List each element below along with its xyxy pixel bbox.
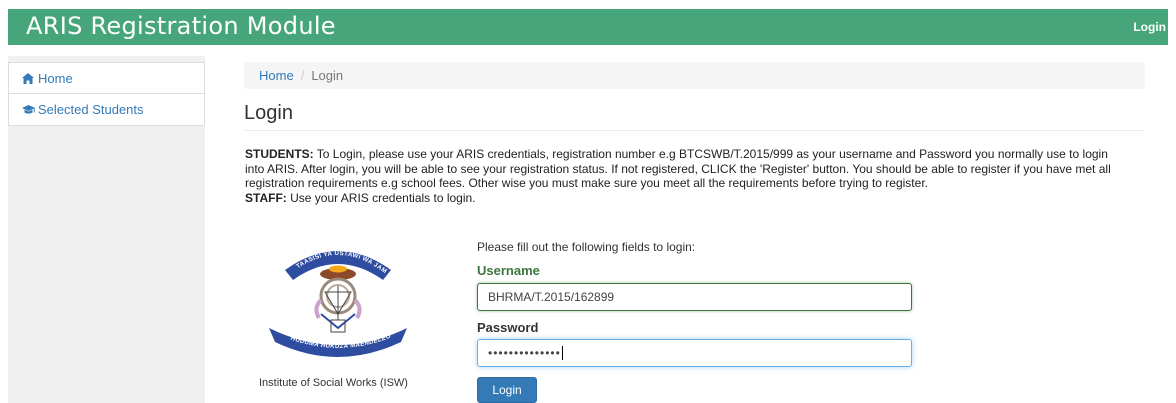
sidebar-item-label: Home <box>38 70 73 86</box>
students-instructions: To Login, please use your ARIS credentia… <box>245 147 1111 191</box>
students-label: STUDENTS: <box>245 147 314 161</box>
username-input[interactable]: BHRMA/T.2015/162899 <box>477 283 912 311</box>
login-button[interactable]: Login <box>477 377 537 403</box>
form-hint: Please fill out the following fields to … <box>477 240 696 254</box>
sidebar-item-label: Selected Students <box>38 102 144 117</box>
top-navbar: ARIS Registration Module Login <box>0 0 1176 49</box>
logo-caption: Institute of Social Works (ISW) <box>259 377 408 389</box>
institute-logo: TAASISI YA USTAWI WA JAMII HUDUMA HUKUZA… <box>262 235 413 358</box>
breadcrumb-home-link[interactable]: Home <box>259 68 294 83</box>
breadcrumb: Home / Login <box>244 62 1145 89</box>
title-divider <box>244 130 1145 131</box>
sidebar-item-selected-students[interactable]: Selected Students <box>8 94 205 126</box>
breadcrumb-separator: / <box>300 68 305 83</box>
sidebar-menu: Home Selected Students <box>8 62 205 126</box>
password-value: •••••••••••••• <box>488 346 561 360</box>
brand-bar: ARIS Registration Module Login <box>8 9 1168 45</box>
username-value: BHRMA/T.2015/162899 <box>488 290 615 304</box>
sidebar: Home Selected Students <box>8 56 205 403</box>
page-title: Login <box>244 102 293 124</box>
password-label: Password <box>477 320 539 335</box>
app-title[interactable]: ARIS Registration Module <box>26 12 336 40</box>
sidebar-item-home[interactable]: Home <box>8 62 205 94</box>
login-instructions: STUDENTS: To Login, please use your ARIS… <box>245 147 1125 205</box>
staff-label: STAFF: <box>245 190 287 205</box>
home-icon <box>22 72 38 84</box>
graduation-cap-icon <box>22 104 38 115</box>
breadcrumb-current: Login <box>311 68 344 83</box>
staff-instructions: Use your ARIS credentials to login. <box>286 190 476 205</box>
username-label: Username <box>477 263 540 278</box>
password-input[interactable]: •••••••••••••• <box>477 339 912 367</box>
navbar-login-link[interactable]: Login <box>1133 20 1166 34</box>
text-cursor <box>561 346 563 360</box>
